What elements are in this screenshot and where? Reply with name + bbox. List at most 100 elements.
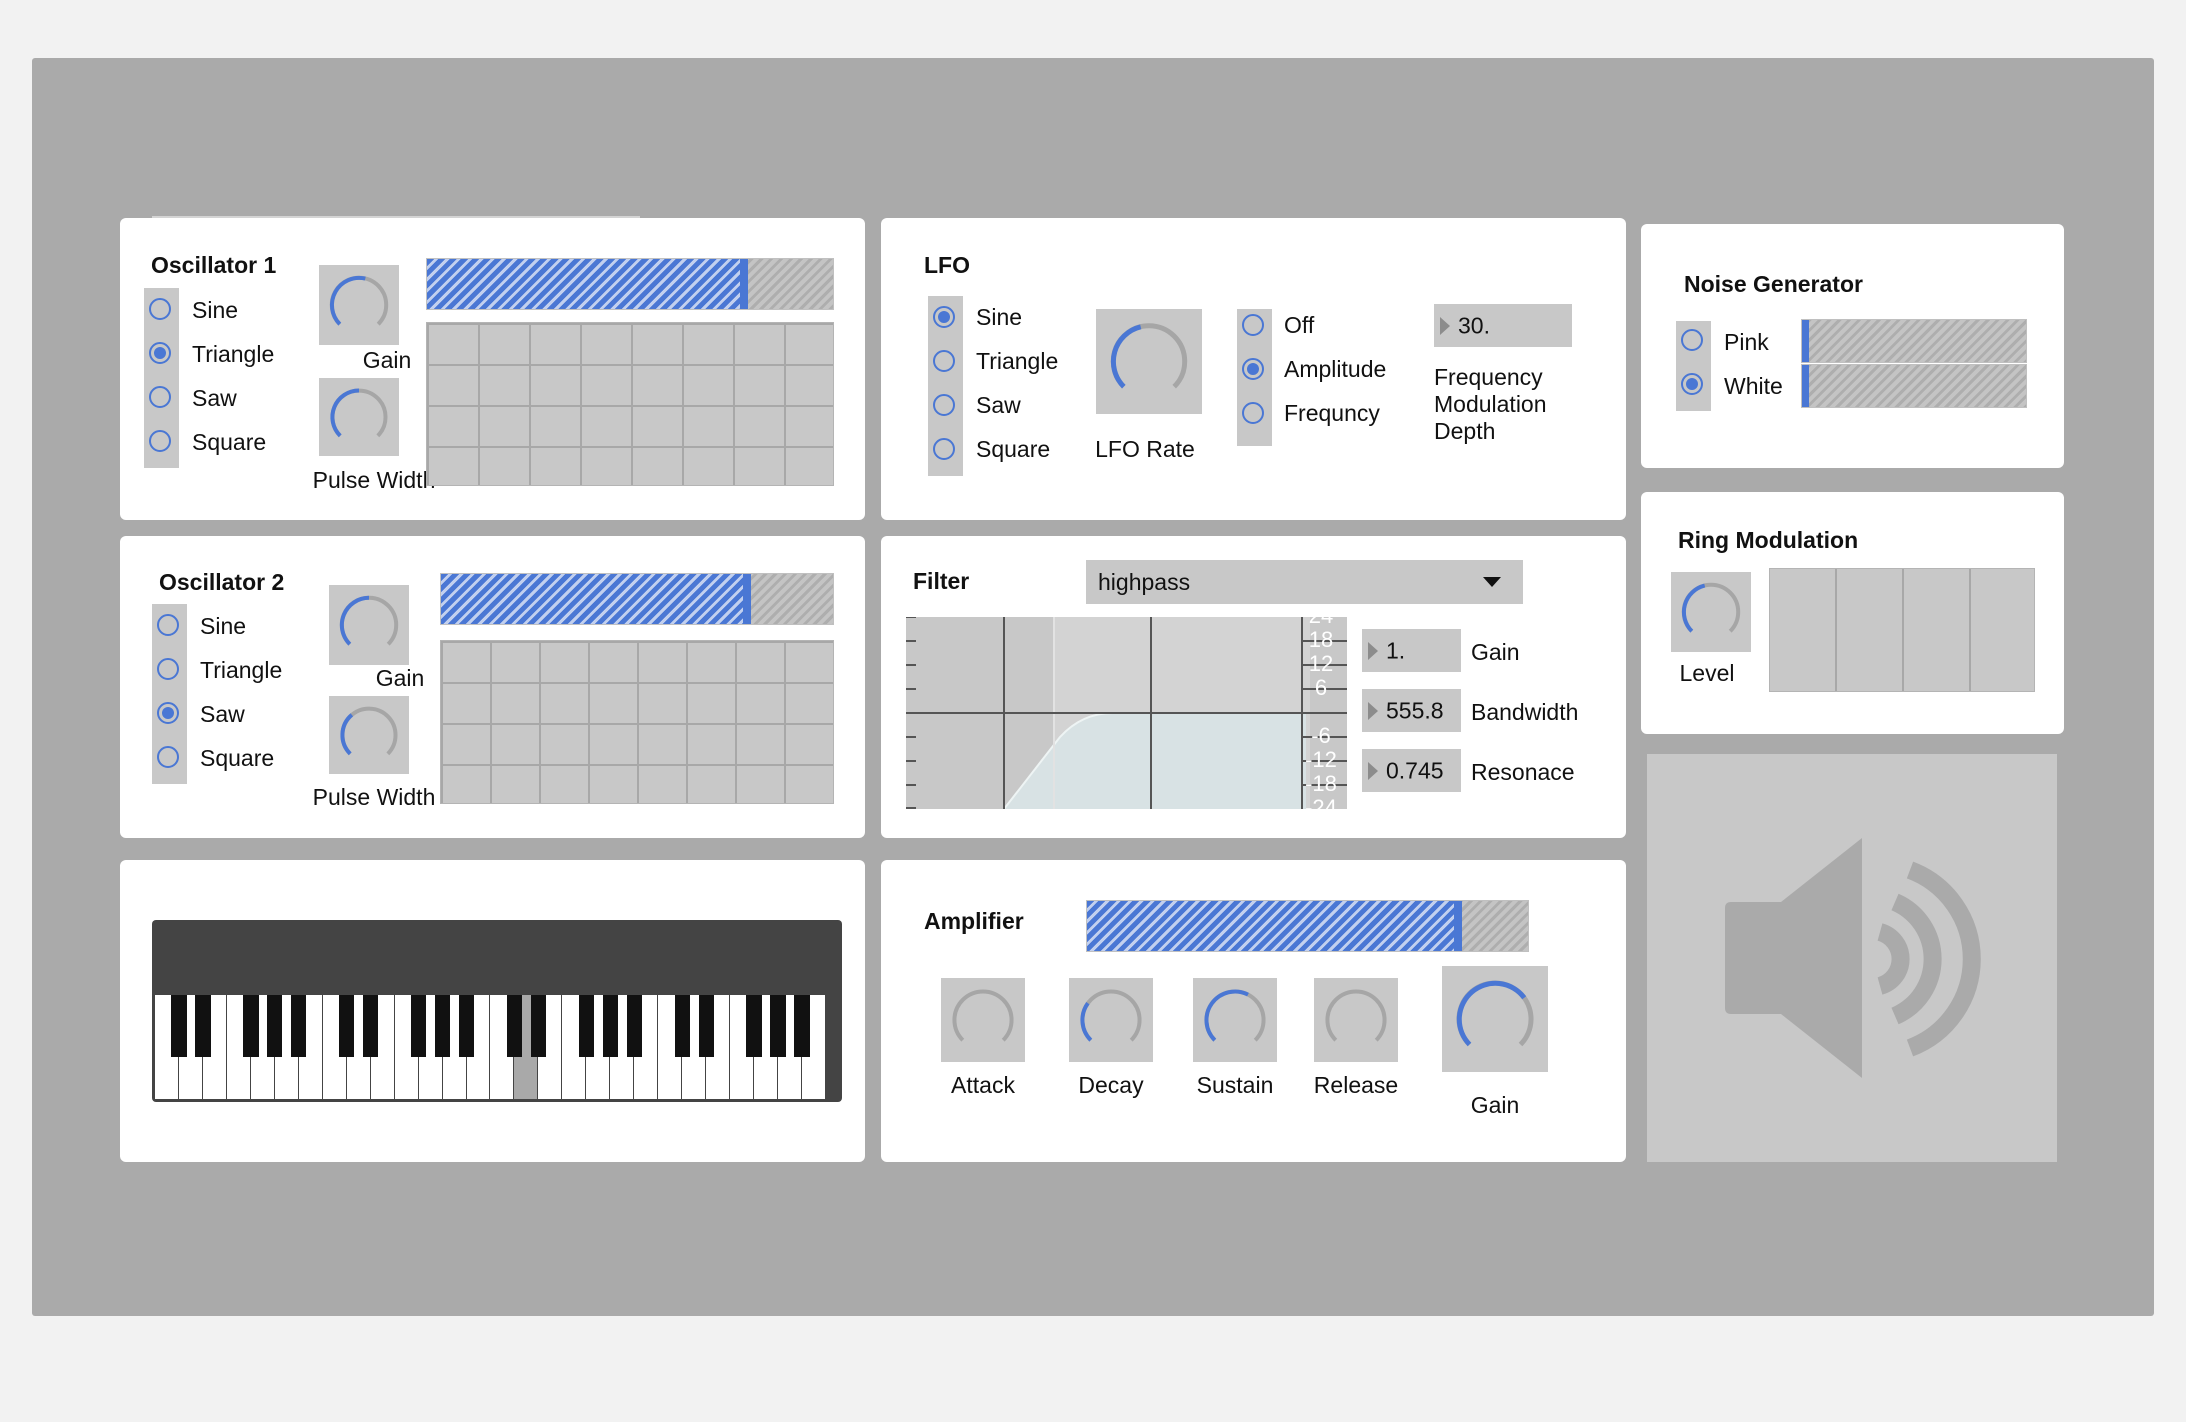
radio-sine[interactable] (149, 298, 171, 320)
piano-black-key[interactable] (434, 995, 451, 1058)
piano-black-key[interactable] (578, 995, 595, 1058)
filter-resonance-number-box[interactable]: 0.745 (1362, 749, 1461, 792)
sustain-knob[interactable] (1193, 978, 1277, 1062)
radio-off[interactable] (1242, 314, 1264, 336)
oscillator-1-pulse-width-knob[interactable] (319, 378, 399, 456)
waveform-label-triangle: Triangle (200, 657, 283, 683)
radio-triangle[interactable] (933, 350, 955, 372)
amplifier-level-meter[interactable] (1086, 900, 1529, 952)
oscillator-2-title: Oscillator 2 (159, 569, 285, 595)
ring-modulation-display[interactable] (1769, 568, 2035, 692)
number-box-arrow-icon (1440, 316, 1450, 335)
filter-gain-number-box[interactable]: 1. (1362, 629, 1461, 672)
radio-square[interactable] (149, 430, 171, 452)
radio-sine[interactable] (157, 614, 179, 636)
ring-modulation-title: Ring Modulation (1678, 527, 1859, 553)
lfo-rate-knob[interactable] (1096, 309, 1202, 414)
filter-panel: Filter highpass 18 12 6 -6 -12 -18 -24 1… (881, 536, 1626, 838)
piano-black-key[interactable] (530, 995, 547, 1058)
radio-pink[interactable] (1681, 329, 1703, 351)
lfo-depth-value: 30. (1458, 312, 1490, 338)
waveform-label-sine: Sine (192, 297, 239, 323)
oscillator-2-gain-label: Gain (375, 665, 425, 691)
waveform-label-sine: Sine (200, 613, 247, 639)
lfo-waveform-radio[interactable] (928, 296, 963, 476)
piano-black-key[interactable] (602, 995, 618, 1058)
oscillator-2-waveform-grid[interactable] (440, 640, 834, 804)
white-noise-level-meter[interactable] (1801, 364, 2027, 408)
meter-cap (1453, 901, 1462, 951)
radio-frequency[interactable] (1242, 402, 1264, 424)
lfo-depth-number-box[interactable]: 30. (1434, 304, 1572, 347)
filter-gain-value: 1. (1386, 637, 1406, 663)
waveform-label-triangle: Triangle (976, 348, 1059, 374)
radio-square[interactable] (157, 746, 179, 768)
audio-output-toggle[interactable] (1647, 754, 2057, 1162)
attack-knob[interactable] (941, 978, 1025, 1062)
waveform-label-sine: Sine (976, 304, 1023, 330)
radio-saw[interactable] (149, 386, 171, 408)
radio-square[interactable] (933, 438, 955, 460)
ring-modulation-level-knob[interactable] (1671, 572, 1751, 652)
noise-type-radio[interactable] (1676, 321, 1711, 411)
piano-black-key[interactable] (339, 995, 355, 1058)
oscillator-2-gain-knob[interactable] (329, 585, 409, 665)
release-knob[interactable] (1314, 978, 1398, 1062)
piano-black-key[interactable] (195, 995, 211, 1058)
filter-bandwidth-number-box[interactable]: 555.8 (1362, 689, 1461, 732)
meter-cap (742, 574, 751, 624)
lfo-depth-label-line-3: Depth (1434, 418, 1496, 444)
piano-black-key[interactable] (794, 995, 810, 1058)
waveform-label-square: Square (192, 429, 267, 455)
noise-generator-panel: Noise Generator Pink White (1641, 224, 2064, 468)
keyboard-keys[interactable] (154, 994, 827, 1100)
piano-black-key[interactable] (506, 995, 523, 1058)
piano-black-key[interactable] (171, 995, 187, 1058)
db-label: 6 (1315, 675, 1327, 700)
keyboard[interactable] (152, 920, 842, 1102)
radio-saw[interactable] (157, 702, 179, 724)
piano-black-key[interactable] (698, 995, 714, 1058)
decay-knob[interactable] (1069, 978, 1153, 1062)
piano-black-key[interactable] (770, 995, 786, 1058)
oscillator-1-waveform-grid[interactable] (426, 322, 834, 486)
oscillator-1-gain-knob[interactable] (319, 265, 399, 345)
oscillator-2-level-meter[interactable] (440, 573, 834, 625)
piano-black-key[interactable] (626, 995, 642, 1058)
radio-triangle[interactable] (157, 658, 179, 680)
number-box-arrow-icon (1368, 761, 1378, 780)
piano-black-key[interactable] (746, 995, 762, 1058)
lfo-target-label-amplitude: Amplitude (1284, 356, 1387, 382)
radio-sine[interactable] (933, 306, 955, 328)
radio-saw[interactable] (933, 394, 955, 416)
lfo-target-label-frequency: Frequncy (1284, 400, 1380, 426)
meter-fill (1802, 365, 1809, 407)
db-label: -24 (1305, 795, 1337, 809)
piano-black-key[interactable] (291, 995, 307, 1058)
oscillator-1-waveform-radio[interactable] (144, 288, 179, 468)
radio-white[interactable] (1681, 373, 1703, 395)
filter-type-dropdown[interactable]: highpass (1086, 560, 1523, 604)
waveform-label-saw: Saw (200, 701, 245, 727)
filter-response-graph[interactable]: 24 18 12 6 -6 -12 -18 -24 (906, 603, 1347, 820)
oscillator-2-waveform-radio[interactable] (152, 604, 187, 784)
piano-black-key[interactable] (674, 995, 690, 1058)
oscillator-1-panel: Oscillator 1 Sine Triangle Saw Square Ga… (120, 218, 865, 520)
piano-black-key[interactable] (363, 995, 379, 1058)
piano-black-key[interactable] (458, 995, 475, 1058)
radio-triangle[interactable] (149, 342, 171, 364)
oscillator-1-level-meter[interactable] (426, 258, 834, 310)
radio-amplitude[interactable] (1242, 358, 1264, 380)
pink-noise-level-meter[interactable] (1801, 319, 2027, 363)
piano-black-key[interactable] (243, 995, 259, 1058)
lfo-title: LFO (924, 252, 970, 278)
lfo-target-radio[interactable] (1237, 309, 1272, 446)
piano-black-key[interactable] (267, 995, 283, 1058)
filter-type-value: highpass (1098, 569, 1191, 595)
amplifier-gain-knob[interactable] (1442, 966, 1548, 1072)
piano-black-key[interactable] (410, 995, 427, 1058)
synth-window: Oscillator 1 Sine Triangle Saw Square Ga… (32, 58, 2154, 1316)
filter-response-svg[interactable]: 24 18 12 6 -6 -12 -18 -24 (906, 603, 1347, 820)
meter-fill (441, 574, 751, 624)
oscillator-2-pulse-width-knob[interactable] (329, 696, 409, 774)
